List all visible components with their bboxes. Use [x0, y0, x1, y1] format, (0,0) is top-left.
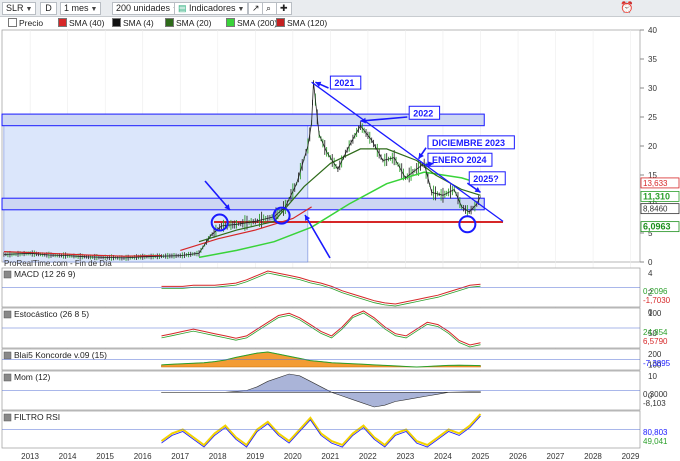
indicator-value-label: 80,803: [643, 428, 668, 437]
y-tick-label: 40: [648, 26, 657, 35]
x-tick-label: 2016: [134, 452, 152, 461]
indicator-swatch: [3, 373, 12, 382]
x-tick-label: 2029: [622, 452, 640, 461]
y-tick-label: 20: [648, 142, 657, 151]
x-tick-label: 2018: [209, 452, 227, 461]
annotation-label: 2021: [334, 78, 354, 88]
indicator-title: MACD (12 26 9): [14, 269, 76, 279]
watermark: ProRealTime.com - Fin de Día: [4, 259, 112, 268]
indicator-swatch: [3, 351, 12, 360]
annotation-label: 2022: [413, 108, 433, 118]
indicator-title: Estocástico (26 8 5): [14, 309, 89, 319]
price-label: 11,310: [643, 191, 670, 201]
x-tick-label: 2017: [171, 452, 189, 461]
indicator-swatch: [3, 310, 12, 319]
annotation-label: ENERO 2024: [432, 155, 487, 165]
x-tick-label: 2014: [59, 452, 77, 461]
indicator-tick-label: 4: [648, 269, 653, 278]
x-tick-label: 2022: [359, 452, 377, 461]
price-label: 6,0963: [643, 222, 671, 232]
y-tick-label: 30: [648, 84, 657, 93]
y-tick-label: 25: [648, 113, 657, 122]
annotation-label: DICIEMBRE 2023: [432, 138, 505, 148]
indicator-value-label: -1,7030: [643, 296, 671, 305]
indicator-title: Blai5 Koncorde v.09 (15): [14, 350, 107, 360]
indicator-value-label: -8,103: [643, 399, 666, 408]
x-tick-label: 2021: [321, 452, 339, 461]
x-tick-label: 2015: [96, 452, 114, 461]
x-tick-label: 2026: [509, 452, 527, 461]
y-tick-label: 0: [648, 258, 653, 267]
middle-band: [1, 197, 485, 211]
x-tick-label: 2013: [21, 452, 39, 461]
y-tick-label: 35: [648, 55, 657, 64]
indicator-title: Mom (12): [14, 372, 51, 382]
x-tick-label: 2025: [472, 452, 490, 461]
annotation-label: 2025?: [473, 174, 499, 184]
x-tick-label: 2027: [547, 452, 565, 461]
price-label: 8,8460: [643, 205, 668, 214]
price-label: 13,633: [643, 179, 668, 188]
chart-area: 051015202530354020212022DICIEMBRE 2023EN…: [1, 26, 680, 461]
x-tick-label: 2023: [396, 452, 414, 461]
indicator-swatch: [3, 413, 12, 422]
indicator-swatch: [3, 270, 12, 279]
x-tick-label: 2019: [246, 452, 264, 461]
indicator-tick-label: 200: [648, 350, 662, 359]
indicator-value-label: 24,854: [643, 328, 668, 337]
x-tick-label: 2024: [434, 452, 452, 461]
x-tick-label: 2020: [284, 452, 302, 461]
indicator-tick-label: 100: [648, 309, 662, 318]
indicator-value-label: 0,2096: [643, 287, 668, 296]
indicator-value-label: 49,041: [643, 437, 668, 446]
support-zone-box: [3, 113, 309, 263]
indicator-value-label: 6,5790: [643, 337, 668, 346]
indicator-title: FILTRO RSI: [14, 412, 60, 422]
indicator-value-label: 0,3000: [643, 390, 668, 399]
indicator-value-label: -7,3895: [643, 359, 671, 368]
x-tick-label: 2028: [584, 452, 602, 461]
indicator-tick-label: 10: [648, 372, 657, 381]
